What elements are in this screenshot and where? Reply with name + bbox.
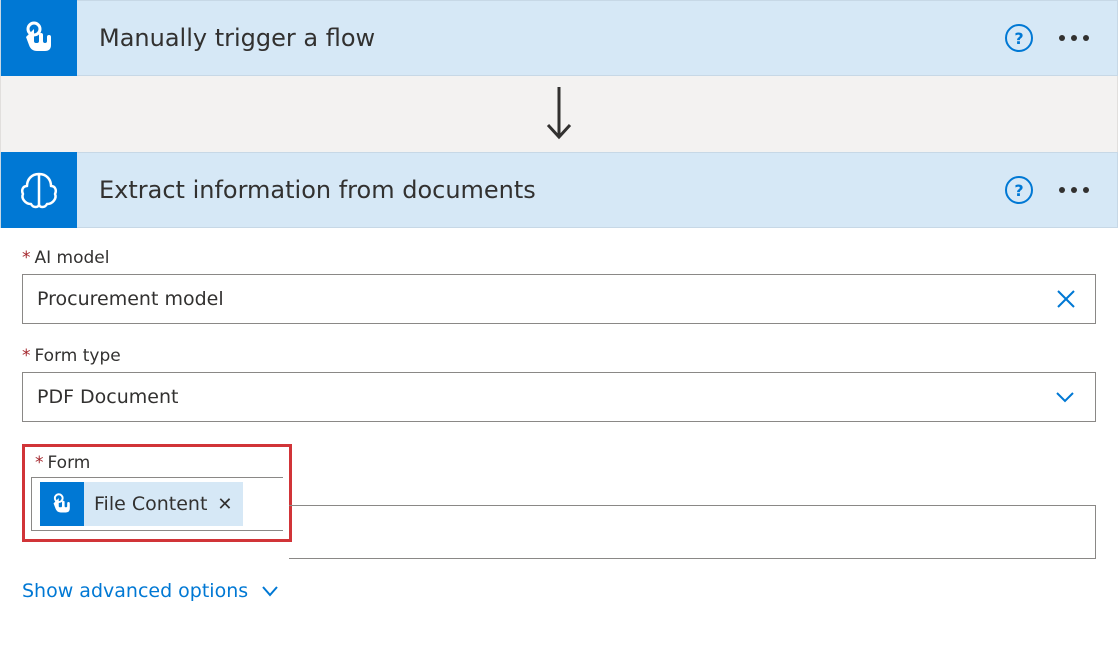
- action-icon: [1, 152, 77, 228]
- touch-icon: [40, 482, 84, 526]
- action-form: *AI model Procurement model *Form type P…: [0, 228, 1118, 616]
- ai-model-field: *AI model Procurement model: [22, 248, 1096, 324]
- chevron-down-icon[interactable]: [1049, 385, 1081, 409]
- form-input-extension[interactable]: [289, 505, 1096, 559]
- form-type-label: *Form type: [22, 346, 1096, 366]
- help-icon[interactable]: ?: [1005, 176, 1033, 204]
- touch-icon: [19, 18, 59, 58]
- arrow-down-icon: [544, 85, 574, 143]
- form-type-select[interactable]: PDF Document: [22, 372, 1096, 422]
- chevron-down-icon: [260, 581, 280, 601]
- action-card-header[interactable]: Extract information from documents ?: [0, 152, 1118, 228]
- advanced-toggle-label: Show advanced options: [22, 580, 248, 602]
- flow-connector: [0, 76, 1118, 152]
- form-input[interactable]: File Content ✕: [31, 477, 283, 531]
- remove-token-icon[interactable]: ✕: [217, 494, 232, 515]
- form-type-value: PDF Document: [37, 386, 1049, 408]
- brain-icon: [17, 168, 61, 212]
- form-field-row: *Form File Content ✕: [22, 444, 1096, 570]
- form-label: *Form: [35, 453, 283, 473]
- more-menu-icon[interactable]: [1059, 35, 1089, 41]
- file-content-token[interactable]: File Content ✕: [40, 482, 243, 526]
- ai-model-input[interactable]: Procurement model: [22, 274, 1096, 324]
- ai-model-label: *AI model: [22, 248, 1096, 268]
- form-type-field: *Form type PDF Document: [22, 346, 1096, 422]
- action-title: Extract information from documents: [77, 176, 1005, 204]
- more-menu-icon[interactable]: [1059, 187, 1089, 193]
- clear-icon[interactable]: [1051, 288, 1081, 310]
- show-advanced-toggle[interactable]: Show advanced options: [22, 578, 280, 608]
- trigger-icon: [1, 0, 77, 76]
- trigger-title: Manually trigger a flow: [77, 24, 1005, 52]
- trigger-card-header[interactable]: Manually trigger a flow ?: [0, 0, 1118, 76]
- help-icon[interactable]: ?: [1005, 24, 1033, 52]
- ai-model-value: Procurement model: [37, 288, 1051, 310]
- token-label: File Content: [94, 493, 207, 515]
- form-field-highlight: *Form File Content ✕: [22, 444, 292, 542]
